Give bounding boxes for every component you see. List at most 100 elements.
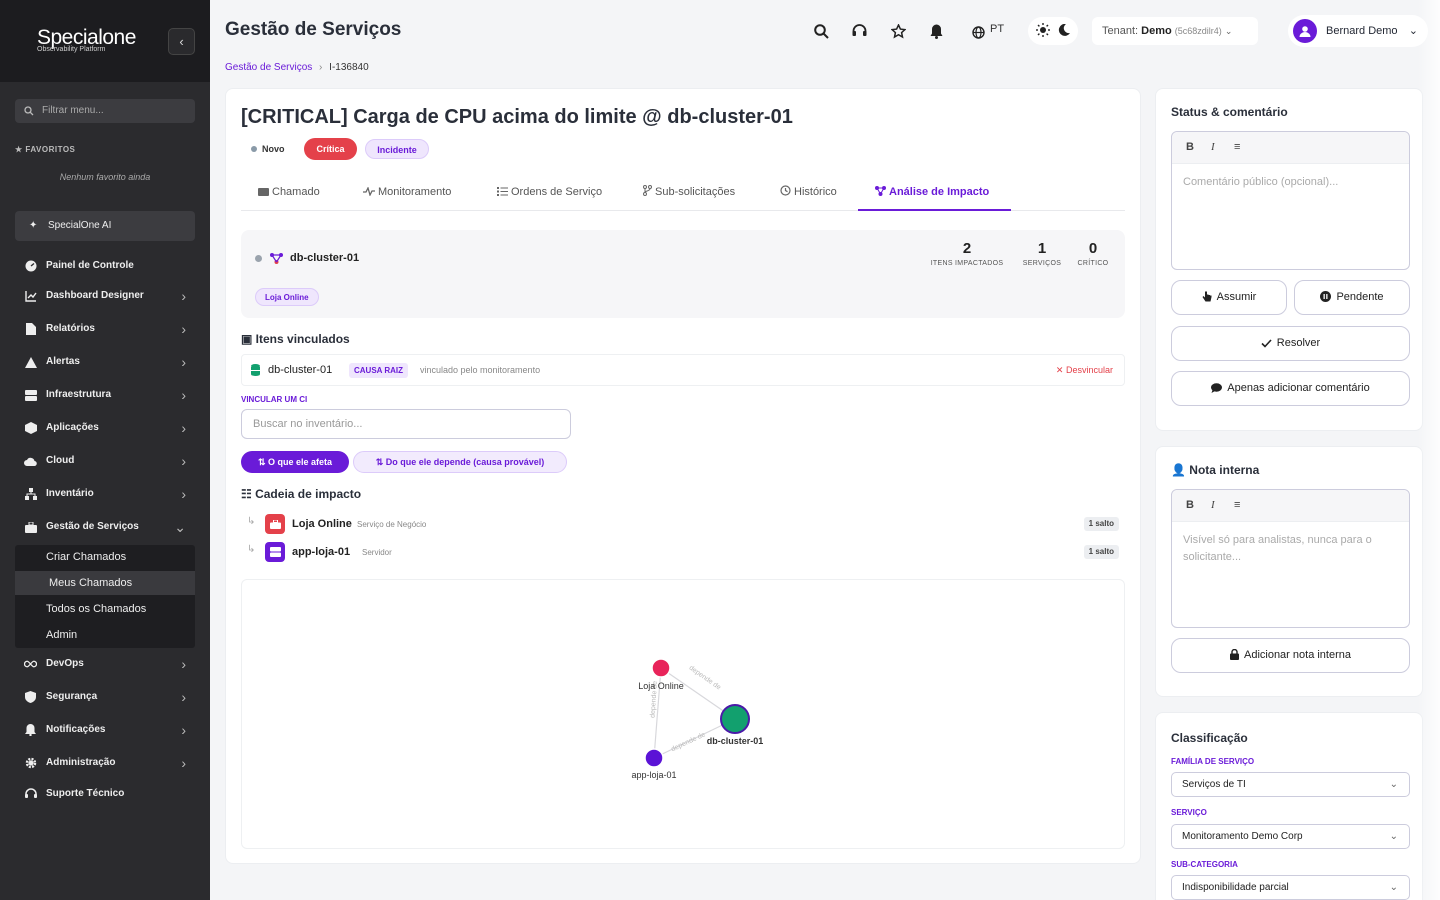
public-comment-editor[interactable]: B I ≡ Comentário público (opcional)... bbox=[1171, 131, 1410, 270]
breadcrumb: Gestão de Serviços › I-136840 bbox=[225, 62, 369, 73]
italic-icon[interactable]: I bbox=[1211, 499, 1215, 511]
language-selector[interactable]: PT bbox=[990, 23, 1004, 35]
brand-header: Specialone Observability Platform ‹ bbox=[0, 0, 210, 82]
chevron-right-icon: › bbox=[181, 420, 186, 436]
tab-monitoramento[interactable]: Monitoramento bbox=[363, 173, 451, 211]
add-internal-note-button[interactable]: Adicionar nota interna bbox=[1171, 638, 1410, 673]
tab-ordens-servico[interactable]: Ordens de Serviço bbox=[497, 173, 602, 211]
subcategory-label: SUB-CATEGORIA bbox=[1171, 860, 1238, 869]
bell-icon[interactable] bbox=[927, 22, 945, 40]
service-value: Monitoramento Demo Corp bbox=[1182, 831, 1303, 842]
note-card-title: 👤 Nota interna bbox=[1171, 463, 1259, 477]
sidebar-item-devops[interactable]: DevOps › bbox=[0, 652, 210, 676]
bold-icon[interactable]: B bbox=[1186, 141, 1194, 153]
sun-icon[interactable] bbox=[1036, 22, 1050, 40]
arrow-icon: ↳ bbox=[247, 516, 256, 527]
internal-note-card: 👤 Nota interna B I ≡ Visível só para ana… bbox=[1155, 446, 1423, 697]
stat-label: CRÍTICO bbox=[1077, 260, 1109, 267]
btn-label: Resolver bbox=[1276, 337, 1321, 349]
italic-icon[interactable]: I bbox=[1211, 141, 1215, 153]
submenu-meus-chamados[interactable]: Meus Chamados bbox=[15, 571, 195, 595]
tenant-label: Tenant: bbox=[1102, 25, 1139, 37]
user-menu[interactable]: Bernard Demo ⌄ bbox=[1288, 15, 1428, 47]
list-check-icon bbox=[497, 187, 508, 196]
star-icon[interactable] bbox=[889, 22, 907, 40]
collapse-sidebar-button[interactable]: ‹ bbox=[168, 28, 195, 55]
submenu-admin[interactable]: Admin bbox=[15, 623, 195, 647]
graph-node-loja-online[interactable] bbox=[651, 658, 671, 678]
bold-icon[interactable]: B bbox=[1186, 499, 1194, 511]
tab-chamado[interactable]: Chamado bbox=[258, 173, 320, 211]
chain-row[interactable]: ↳ Loja Online Serviço de Negócio 1 salto bbox=[241, 512, 1125, 536]
assume-button[interactable]: Assumir bbox=[1171, 280, 1287, 315]
what-it-depends-button[interactable]: ⇅ Do que ele depende (causa provável) bbox=[353, 451, 567, 473]
status-dot bbox=[251, 146, 257, 152]
impact-graph[interactable]: depende de depende de depende de Loja On… bbox=[241, 579, 1125, 849]
sidebar-item-administracao[interactable]: Administração › bbox=[0, 751, 210, 775]
btn-label: Do que ele depende (causa provável) bbox=[385, 457, 545, 467]
list-icon[interactable]: ≡ bbox=[1234, 499, 1240, 511]
sidebar-item-label: DevOps bbox=[46, 658, 84, 669]
sidebar-item-label: Aplicações bbox=[46, 422, 99, 433]
internal-note-editor[interactable]: B I ≡ Visível só para analistas, nunca p… bbox=[1171, 489, 1410, 628]
sidebar-item-dashboard-designer[interactable]: Dashboard Designer › bbox=[0, 284, 210, 308]
editor-toolbar: B I ≡ bbox=[1172, 132, 1409, 164]
shield-icon bbox=[24, 691, 37, 703]
sidebar-item-seguranca[interactable]: Segurança › bbox=[0, 685, 210, 709]
service-select[interactable]: Monitoramento Demo Corp ⌄ bbox=[1171, 824, 1410, 849]
unlink-button[interactable]: ✕ Desvincular bbox=[1056, 365, 1113, 376]
breadcrumb-parent[interactable]: Gestão de Serviços bbox=[225, 62, 312, 73]
gauge-icon bbox=[24, 260, 37, 272]
graph-node-app-loja[interactable] bbox=[644, 748, 664, 768]
hand-icon bbox=[1202, 291, 1212, 302]
tab-analise-impacto[interactable]: Análise de Impacto bbox=[858, 173, 1011, 211]
list-icon[interactable]: ≡ bbox=[1234, 141, 1240, 153]
chevron-right-icon: › bbox=[181, 689, 186, 705]
avatar bbox=[1293, 19, 1317, 43]
submenu-todos-chamados[interactable]: Todos os Chamados bbox=[15, 597, 195, 621]
sidebar-item-gestao-servicos[interactable]: Gestão de Serviços ⌄ bbox=[0, 515, 210, 539]
resolve-button[interactable]: Resolver bbox=[1171, 326, 1410, 361]
subcategory-select[interactable]: Indisponibilidade parcial ⌄ bbox=[1171, 875, 1410, 900]
filter-menu-input[interactable]: Filtrar menu... bbox=[15, 99, 195, 123]
family-select[interactable]: Serviços de TI ⌄ bbox=[1171, 772, 1410, 797]
inventory-search-input[interactable]: Buscar no inventário... bbox=[241, 409, 571, 439]
sidebar-item-relatorios[interactable]: Relatórios › bbox=[0, 317, 210, 341]
close-icon: ✕ bbox=[1055, 365, 1064, 375]
pending-button[interactable]: Pendente bbox=[1294, 280, 1410, 315]
sidebar-item-inventario[interactable]: Inventário › bbox=[0, 482, 210, 506]
tab-label: Histórico bbox=[794, 186, 837, 198]
chevron-right-icon: › bbox=[181, 321, 186, 337]
stat-value: 2 bbox=[962, 240, 972, 257]
tab-historico[interactable]: Histórico bbox=[780, 173, 837, 211]
add-comment-button[interactable]: Apenas adicionar comentário bbox=[1171, 371, 1410, 406]
sidebar-item-label: Dashboard Designer bbox=[46, 290, 144, 301]
specialone-ai-button[interactable]: ✦ SpecialOne AI bbox=[15, 211, 195, 241]
what-it-affects-button[interactable]: ⇅ O que ele afeta bbox=[241, 451, 349, 473]
theme-toggle[interactable] bbox=[1028, 17, 1078, 45]
tab-sub-solicitacoes[interactable]: Sub-solicitações bbox=[643, 173, 735, 211]
sidebar-item-painel[interactable]: Painel de Controle bbox=[0, 254, 210, 278]
chain-item-name: Loja Online bbox=[292, 518, 352, 530]
headset-icon[interactable] bbox=[850, 22, 868, 40]
sidebar-item-aplicacoes[interactable]: Aplicações › bbox=[0, 416, 210, 440]
graph-node-db-cluster[interactable] bbox=[720, 704, 750, 734]
sidebar-item-notificacoes[interactable]: Notificações › bbox=[0, 718, 210, 742]
submenu-criar-chamados[interactable]: Criar Chamados bbox=[15, 545, 195, 569]
sidebar-item-infraestrutura[interactable]: Infraestrutura › bbox=[0, 383, 210, 407]
stat-value: 0 bbox=[1088, 240, 1098, 257]
chain-item-name: app-loja-01 bbox=[292, 546, 351, 558]
search-icon[interactable] bbox=[812, 22, 830, 40]
moon-icon[interactable] bbox=[1058, 23, 1070, 39]
chain-row[interactable]: ↳ app-loja-01 Servidor 1 salto bbox=[241, 540, 1125, 564]
tenant-selector[interactable]: Tenant: Demo (5c68zdilr4) ⌄ bbox=[1092, 17, 1258, 45]
chevron-right-icon: › bbox=[181, 288, 186, 304]
sidebar-item-label: Administração bbox=[46, 757, 116, 768]
ticket-title: [CRITICAL] Carga de CPU acima do limite … bbox=[241, 106, 793, 128]
classification-card: Classificação FAMÍLIA DE SERVIÇO Serviço… bbox=[1155, 712, 1423, 900]
sidebar-item-cloud[interactable]: Cloud › bbox=[0, 449, 210, 473]
sidebar-item-alertas[interactable]: Alertas › bbox=[0, 350, 210, 374]
chevron-right-icon: › bbox=[181, 656, 186, 672]
sidebar-item-suporte[interactable]: Suporte Técnico bbox=[0, 782, 210, 806]
stat-services: 1 SERVIÇOS bbox=[1018, 240, 1066, 267]
